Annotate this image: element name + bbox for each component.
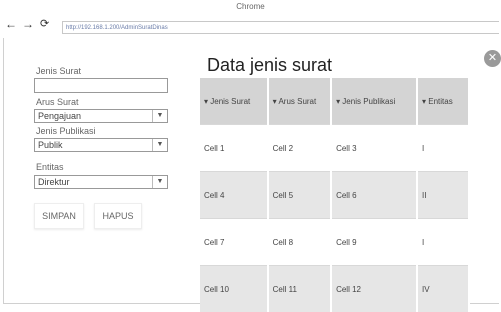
table-cell: Cell 7 — [200, 219, 268, 266]
address-bar[interactable]: http://192.168.1.200/AdminSuratDinas — [62, 21, 499, 34]
entitas-select[interactable]: Direktur ▼ — [34, 175, 168, 189]
window-title: Chrome — [0, 0, 501, 14]
table-cell: I — [417, 125, 469, 172]
arus-surat-value: Pengajuan — [38, 111, 81, 121]
hapus-button[interactable]: HAPUS — [94, 203, 142, 229]
column-header-jenis-surat[interactable]: ▾ Jenis Surat — [200, 78, 268, 125]
column-header-arus-surat[interactable]: ▾ Arus Surat — [268, 78, 331, 125]
table-row[interactable]: Cell 4 Cell 5 Cell 6 II — [200, 172, 469, 219]
table-cell: I — [417, 219, 469, 266]
table-cell: Cell 11 — [268, 266, 331, 312]
arus-surat-label: Arus Surat — [36, 97, 79, 107]
column-header-entitas[interactable]: ▾ Entitas — [417, 78, 469, 125]
chevron-down-icon: ▼ — [152, 139, 167, 151]
jenis-publikasi-select[interactable]: Publik ▼ — [34, 138, 168, 152]
table-cell: II — [417, 172, 469, 219]
table-cell: Cell 1 — [200, 125, 268, 172]
entitas-label: Entitas — [36, 162, 64, 172]
forward-arrow-icon[interactable]: → — [22, 17, 34, 31]
back-arrow-icon[interactable]: ← — [5, 17, 17, 31]
panel-title: Data jenis surat — [207, 55, 332, 76]
entitas-value: Direktur — [38, 177, 70, 187]
chevron-down-icon: ▼ — [152, 176, 167, 188]
table-cell: Cell 3 — [331, 125, 417, 172]
table-cell: Cell 10 — [200, 266, 268, 312]
simpan-button[interactable]: SIMPAN — [34, 203, 84, 229]
jenis-surat-input[interactable] — [34, 78, 168, 93]
reload-icon[interactable]: ⟳ — [40, 17, 49, 31]
table-row[interactable]: Cell 7 Cell 8 Cell 9 I — [200, 219, 469, 266]
table-cell: Cell 4 — [200, 172, 268, 219]
table-cell: Cell 8 — [268, 219, 331, 266]
data-table: ▾ Jenis Surat ▾ Arus Surat ▾ Jenis Publi… — [200, 78, 470, 312]
table-cell: Cell 2 — [268, 125, 331, 172]
table-cell: Cell 6 — [331, 172, 417, 219]
table-cell: Cell 9 — [331, 219, 417, 266]
jenis-publikasi-label: Jenis Publikasi — [36, 126, 96, 136]
column-header-jenis-publikasi[interactable]: ▾ Jenis Publikasi — [331, 78, 417, 125]
jenis-surat-label: Jenis Surat — [36, 66, 81, 76]
table-cell: Cell 12 — [331, 266, 417, 312]
arus-surat-select[interactable]: Pengajuan ▼ — [34, 109, 168, 123]
table-cell: Cell 5 — [268, 172, 331, 219]
chevron-down-icon: ▼ — [152, 110, 167, 122]
close-icon[interactable]: ✕ — [484, 50, 501, 67]
table-cell: IV — [417, 266, 469, 312]
table-header-row: ▾ Jenis Surat ▾ Arus Surat ▾ Jenis Publi… — [200, 78, 469, 125]
table-row[interactable]: Cell 10 Cell 11 Cell 12 IV — [200, 266, 469, 312]
jenis-publikasi-value: Publik — [38, 140, 63, 150]
table-row[interactable]: Cell 1 Cell 2 Cell 3 I — [200, 125, 469, 172]
